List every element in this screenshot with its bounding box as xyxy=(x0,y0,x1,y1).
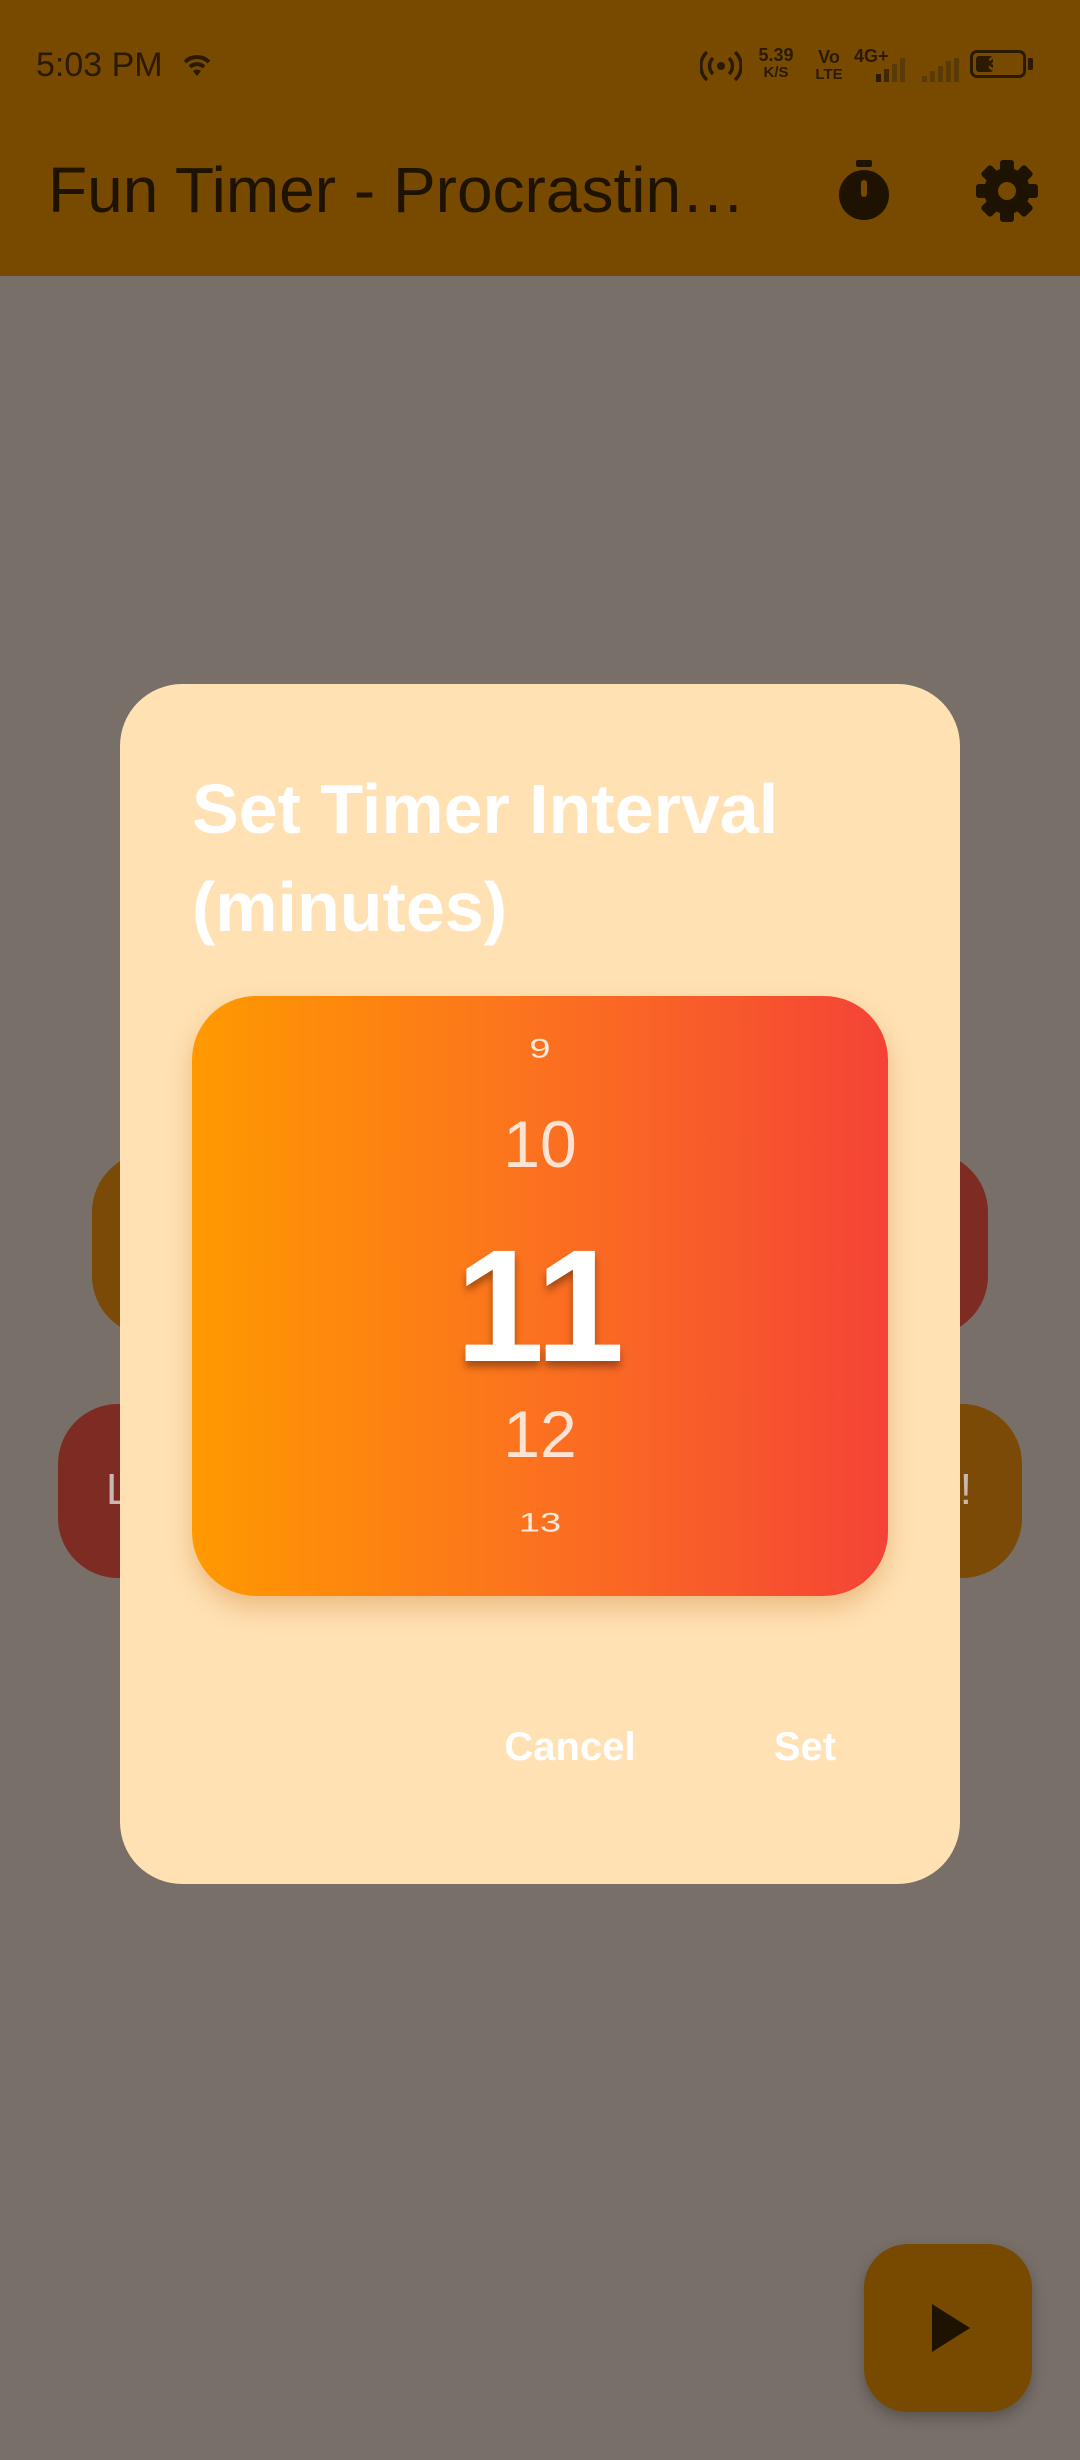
picker-option[interactable]: 13 xyxy=(192,1508,888,1538)
cancel-button[interactable]: Cancel xyxy=(480,1712,660,1782)
signal-icon xyxy=(876,58,905,82)
background-button-label: ! xyxy=(959,1465,972,1514)
gear-icon[interactable] xyxy=(974,158,1040,224)
play-button[interactable] xyxy=(864,2244,1032,2412)
dialog-title: Set Timer Interval (minutes) xyxy=(192,770,779,946)
wifi-icon xyxy=(183,55,211,76)
volte-top: Vo xyxy=(818,47,840,67)
status-time: 5:03 PM xyxy=(36,46,163,84)
timer-interval-dialog: Set Timer Interval (minutes) 9 10 11 12 … xyxy=(120,684,960,1884)
picker-option[interactable]: 9 xyxy=(192,1034,888,1064)
picker-selected-value[interactable]: 11 xyxy=(192,1214,888,1398)
app-title: Fun Timer - Procrastin… xyxy=(48,154,746,226)
volte-indicator: Vo LTE xyxy=(812,48,846,84)
signal-icon-secondary xyxy=(922,58,959,82)
picker-option[interactable]: 10 xyxy=(192,1106,888,1182)
picker-option[interactable]: 12 xyxy=(192,1396,888,1472)
stopwatch-icon[interactable] xyxy=(832,158,896,222)
network-speed: 5.39 K/S xyxy=(752,46,800,82)
status-bar: 5:03 PM 5.39 K/S Vo LTE 4G+ 39 xyxy=(0,0,1080,134)
network-speed-value: 5.39 xyxy=(758,45,794,65)
hotspot-icon xyxy=(700,50,742,82)
play-icon xyxy=(932,2304,970,2352)
battery-level: 39 xyxy=(987,54,1009,74)
number-picker[interactable]: 9 10 11 12 13 xyxy=(192,996,888,1596)
battery-tip xyxy=(1028,58,1033,70)
battery-icon: 39 xyxy=(970,50,1026,78)
volte-bottom: LTE xyxy=(815,66,843,83)
set-button[interactable]: Set xyxy=(730,1712,880,1782)
network-speed-unit: K/S xyxy=(763,64,789,81)
